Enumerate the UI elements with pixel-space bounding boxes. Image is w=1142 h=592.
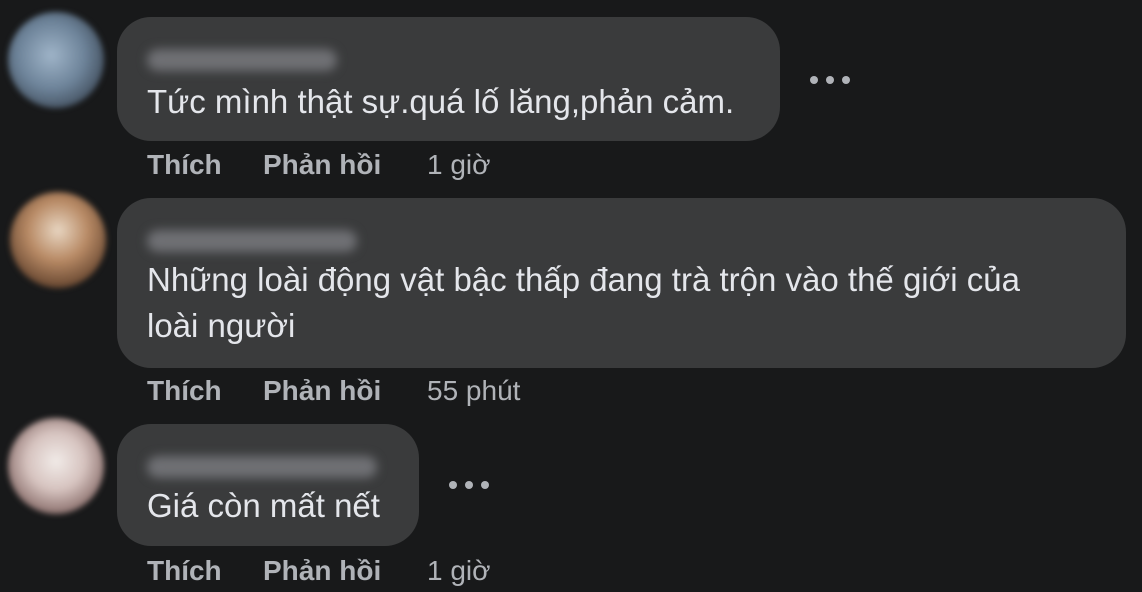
- comment-actions: Thích Phản hồi 1 giờ: [147, 553, 491, 589]
- author-name-blurred[interactable]: [147, 456, 377, 478]
- avatar[interactable]: [8, 418, 104, 514]
- comment-bubble: Giá còn mất nết: [117, 424, 419, 546]
- timestamp[interactable]: 1 giờ: [427, 555, 491, 587]
- like-button[interactable]: Thích: [147, 555, 263, 587]
- reply-button[interactable]: Phản hồi: [263, 555, 427, 587]
- comment-item: Giá còn mất nết Thích Phản hồi 1 giờ: [0, 0, 1142, 592]
- comment-thread: Tức mình thật sự.quá lố lăng,phản cảm. T…: [0, 0, 1142, 592]
- more-options-icon[interactable]: [449, 475, 489, 495]
- comment-text: Giá còn mất nết: [147, 487, 380, 524]
